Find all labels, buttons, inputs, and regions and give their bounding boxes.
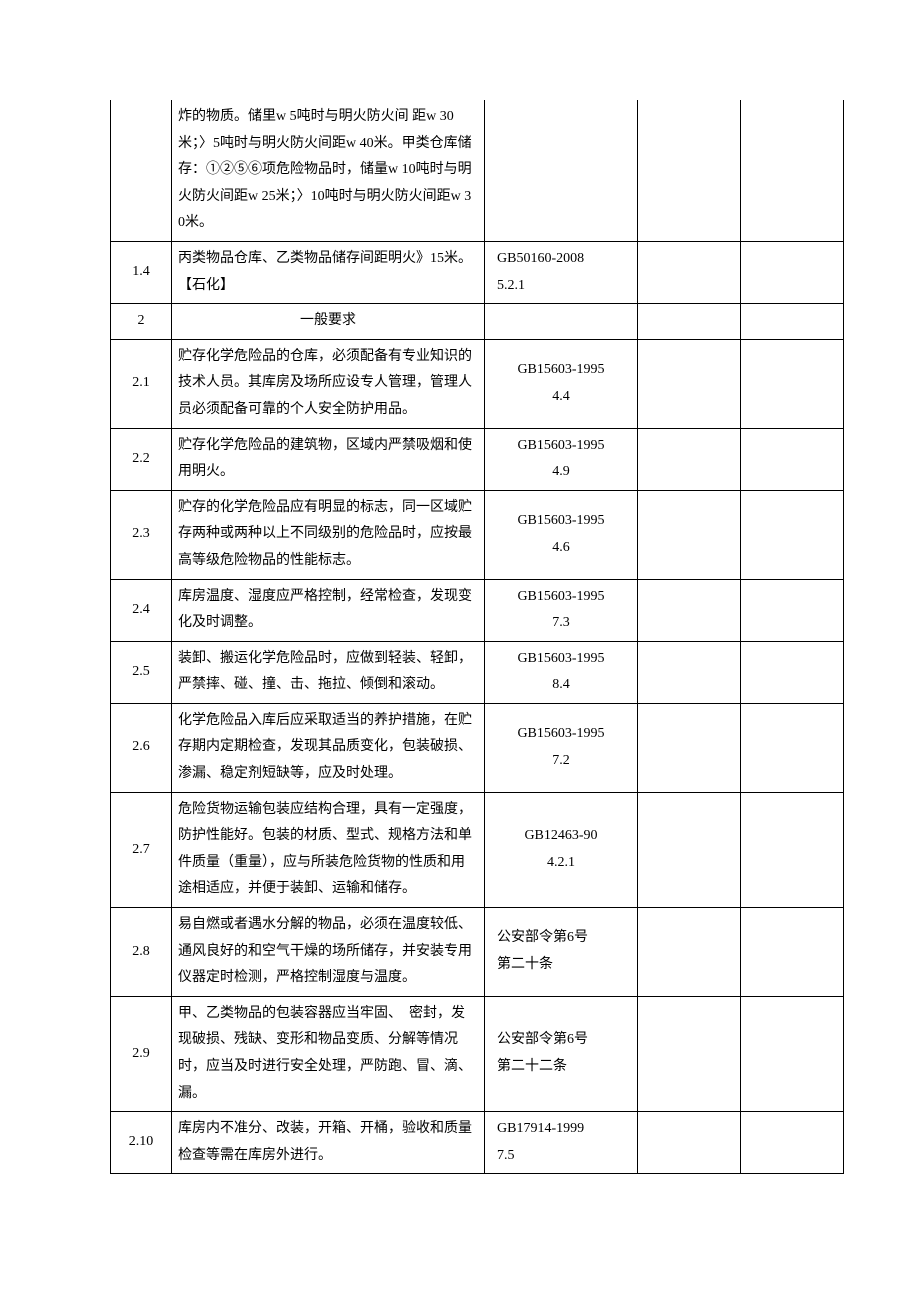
row-reference: GB15603-19958.4: [485, 641, 638, 703]
row-empty-2: [741, 428, 844, 490]
row-number: 1.4: [111, 241, 172, 303]
row-number: 2.6: [111, 703, 172, 792]
table-row: 2.3贮存的化学危险品应有明显的标志，同一区域贮存两种或两种以上不同级别的危险品…: [111, 490, 844, 579]
row-empty-2: [741, 703, 844, 792]
row-empty-2: [741, 579, 844, 641]
row-number: 2.3: [111, 490, 172, 579]
table-row: 2.2贮存化学危险品的建筑物，区域内严禁吸烟和使用明火。GB15603-1995…: [111, 428, 844, 490]
row-empty-1: [638, 339, 741, 428]
row-reference: 公安部令第6号第二十条: [485, 908, 638, 997]
row-empty-1: [638, 996, 741, 1111]
regulation-table: 炸的物质。储里w 5吨时与明火防火间 距w 30米；〉5吨时与明火防火间距w 4…: [110, 100, 844, 1174]
row-empty-1: [638, 1112, 741, 1174]
row-empty-2: [741, 490, 844, 579]
table-row: 2一般要求: [111, 304, 844, 340]
row-reference: [485, 304, 638, 340]
row-reference: GB50160-20085.2.1: [485, 241, 638, 303]
table-row: 2.9甲、乙类物品的包装容器应当牢固、 密封，发现破损、残缺、变形和物品变质、分…: [111, 996, 844, 1111]
row-empty-1: [638, 792, 741, 907]
table-row: 炸的物质。储里w 5吨时与明火防火间 距w 30米；〉5吨时与明火防火间距w 4…: [111, 100, 844, 241]
row-reference: [485, 100, 638, 241]
row-empty-2: [741, 339, 844, 428]
row-empty-2: [741, 304, 844, 340]
row-empty-1: [638, 579, 741, 641]
row-content: 易自燃或者遇水分解的物品，必须在温度较低、通风良好的和空气干燥的场所储存，并安装…: [172, 908, 485, 997]
row-empty-1: [638, 241, 741, 303]
row-number: 2.10: [111, 1112, 172, 1174]
row-content: 贮存化学危险品的建筑物，区域内严禁吸烟和使用明火。: [172, 428, 485, 490]
row-reference: 公安部令第6号第二十二条: [485, 996, 638, 1111]
table-row: 2.1贮存化学危险品的仓库，必须配备有专业知识的技术人员。其库房及场所应设专人管…: [111, 339, 844, 428]
table-row: 2.5装卸、搬运化学危险品时，应做到轻装、轻卸，严禁摔、碰、撞、击、拖拉、倾倒和…: [111, 641, 844, 703]
row-empty-1: [638, 908, 741, 997]
row-content: 库房温度、湿度应严格控制，经常检查，发现变化及时调整。: [172, 579, 485, 641]
row-empty-2: [741, 996, 844, 1111]
row-empty-2: [741, 908, 844, 997]
row-content: 库房内不准分、改装，开箱、开桶，验收和质量检查等需在库房外进行。: [172, 1112, 485, 1174]
row-empty-2: [741, 792, 844, 907]
row-content: 一般要求: [172, 304, 485, 340]
row-reference: GB15603-19954.4: [485, 339, 638, 428]
row-content: 贮存的化学危险品应有明显的标志，同一区域贮存两种或两种以上不同级别的危险品时，应…: [172, 490, 485, 579]
row-number: 2.8: [111, 908, 172, 997]
table-row: 1.4丙类物品仓库、乙类物品储存间距明火》15米。【石化】GB50160-200…: [111, 241, 844, 303]
table-row: 2.4库房温度、湿度应严格控制，经常检查，发现变化及时调整。GB15603-19…: [111, 579, 844, 641]
row-reference: GB15603-19954.9: [485, 428, 638, 490]
row-empty-1: [638, 100, 741, 241]
row-content: 炸的物质。储里w 5吨时与明火防火间 距w 30米；〉5吨时与明火防火间距w 4…: [172, 100, 485, 241]
row-number: 2.1: [111, 339, 172, 428]
row-number: 2.4: [111, 579, 172, 641]
row-reference: GB12463-904.2.1: [485, 792, 638, 907]
row-content: 装卸、搬运化学危险品时，应做到轻装、轻卸，严禁摔、碰、撞、击、拖拉、倾倒和滚动。: [172, 641, 485, 703]
row-empty-1: [638, 490, 741, 579]
row-content: 贮存化学危险品的仓库，必须配备有专业知识的技术人员。其库房及场所应设专人管理，管…: [172, 339, 485, 428]
row-number: 2: [111, 304, 172, 340]
row-number: 2.7: [111, 792, 172, 907]
row-empty-2: [741, 1112, 844, 1174]
table-row: 2.8易自燃或者遇水分解的物品，必须在温度较低、通风良好的和空气干燥的场所储存，…: [111, 908, 844, 997]
row-number: [111, 100, 172, 241]
table-row: 2.7危险货物运输包装应结构合理，具有一定强度，防护性能好。包装的材质、型式、规…: [111, 792, 844, 907]
row-reference: GB15603-19954.6: [485, 490, 638, 579]
row-empty-1: [638, 304, 741, 340]
row-content: 丙类物品仓库、乙类物品储存间距明火》15米。【石化】: [172, 241, 485, 303]
row-empty-1: [638, 703, 741, 792]
table-row: 2.10库房内不准分、改装，开箱、开桶，验收和质量检查等需在库房外进行。GB17…: [111, 1112, 844, 1174]
row-content: 危险货物运输包装应结构合理，具有一定强度，防护性能好。包装的材质、型式、规格方法…: [172, 792, 485, 907]
row-empty-2: [741, 241, 844, 303]
row-empty-2: [741, 100, 844, 241]
row-reference: GB17914-19997.5: [485, 1112, 638, 1174]
row-content: 甲、乙类物品的包装容器应当牢固、 密封，发现破损、残缺、变形和物品变质、分解等情…: [172, 996, 485, 1111]
row-number: 2.9: [111, 996, 172, 1111]
row-empty-1: [638, 641, 741, 703]
row-reference: GB15603-19957.2: [485, 703, 638, 792]
row-reference: GB15603-19957.3: [485, 579, 638, 641]
row-empty-2: [741, 641, 844, 703]
row-content: 化学危险品入库后应采取适当的养护措施，在贮存期内定期检查，发现其品质变化，包装破…: [172, 703, 485, 792]
row-empty-1: [638, 428, 741, 490]
table-row: 2.6化学危险品入库后应采取适当的养护措施，在贮存期内定期检查，发现其品质变化，…: [111, 703, 844, 792]
row-number: 2.5: [111, 641, 172, 703]
row-number: 2.2: [111, 428, 172, 490]
